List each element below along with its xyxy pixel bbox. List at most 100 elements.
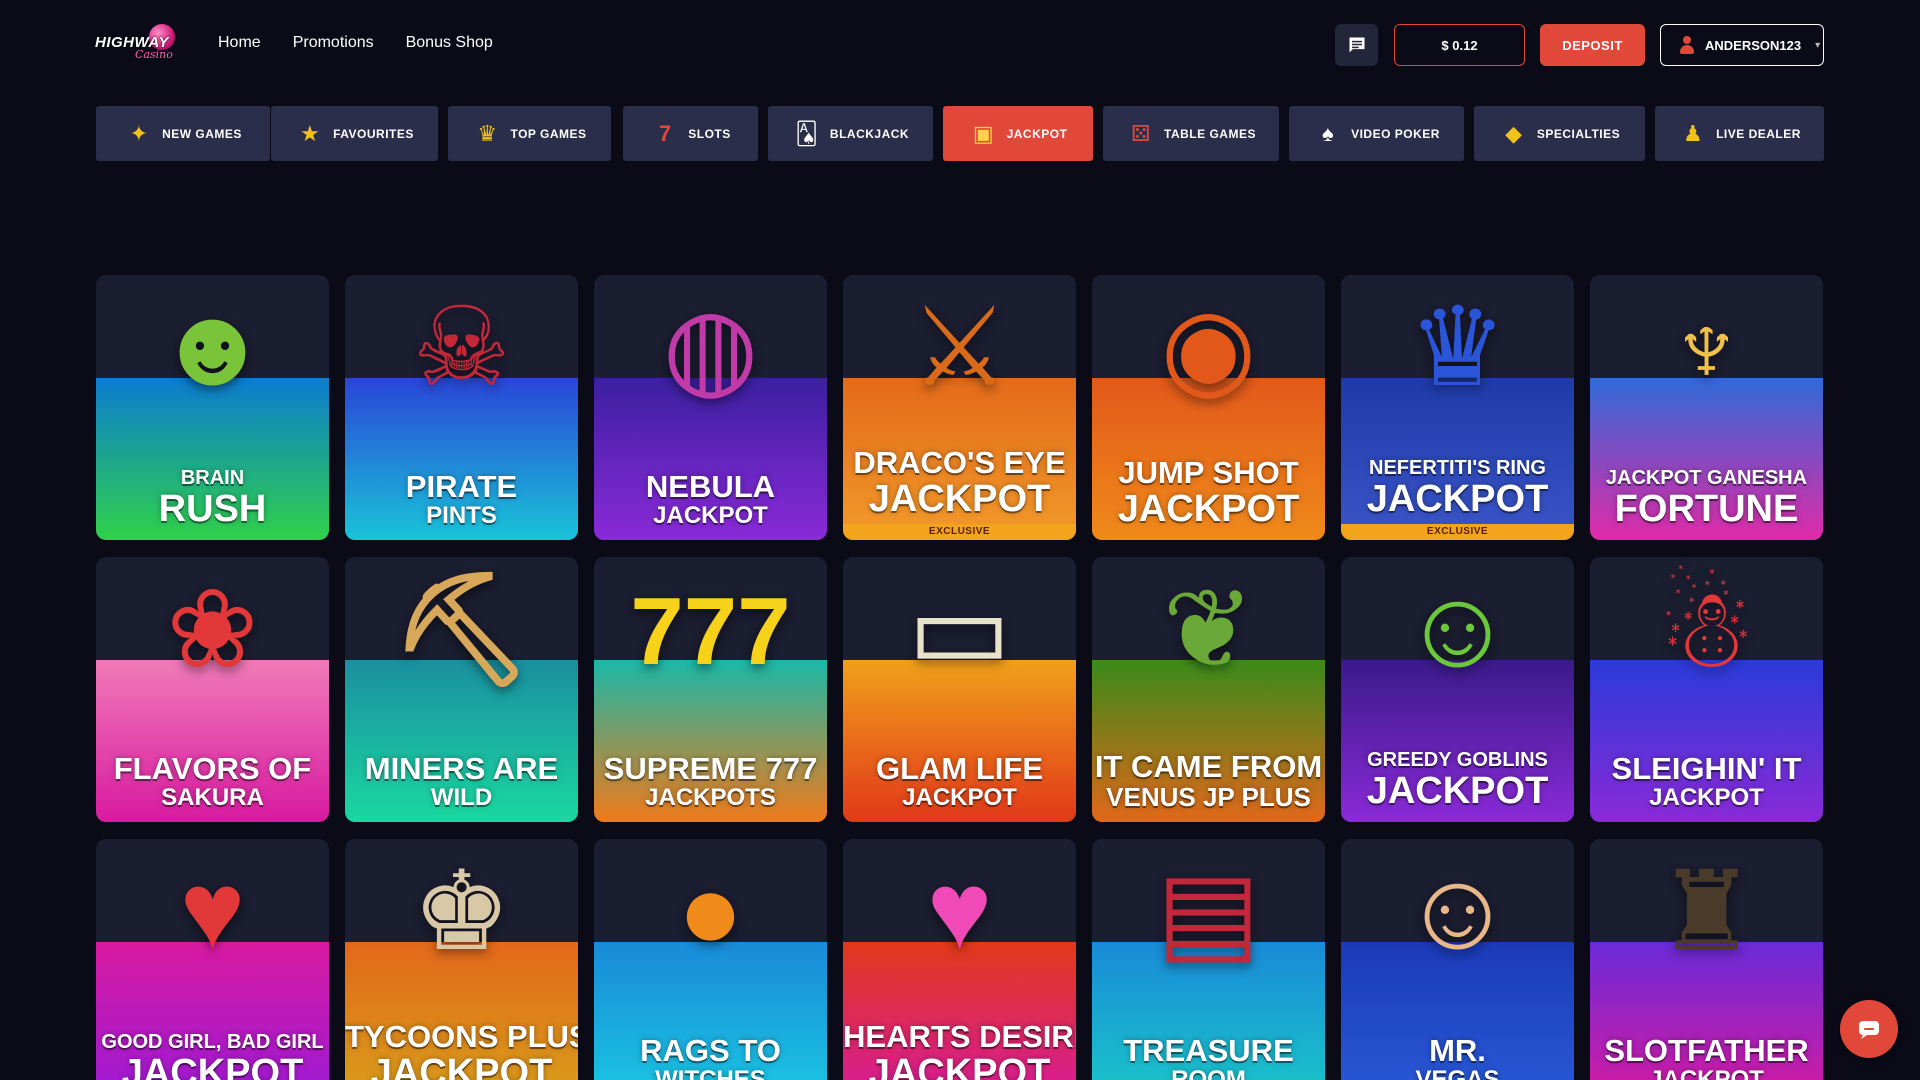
exclusive-badge: EXCLUSIVE	[1341, 524, 1574, 540]
site-logo[interactable]: HIGHWAY Casino	[95, 24, 185, 64]
game-title-line1: GOOD GIRL, BAD GIRL	[101, 1031, 324, 1053]
game-title-line2: JACKPOT	[1366, 770, 1549, 812]
godfather-icon: ♜	[1657, 850, 1756, 973]
dragon-icon: ⚔	[910, 286, 1009, 409]
category-tab-specialties[interactable]: ◆ SPECIALTIES	[1474, 106, 1645, 161]
nav-promotions[interactable]: Promotions	[293, 34, 374, 52]
category-label: JACKPOT	[1006, 126, 1068, 141]
category-label: FAVOURITES	[333, 126, 414, 141]
game-title-line2: JACKPOT	[868, 1052, 1051, 1080]
game-title-line2: JACKPOTS	[645, 784, 776, 811]
game-tile[interactable]: ♥ GOOD GIRL, BAD GIRL JACKPOT	[96, 839, 329, 1080]
game-title-line1: SLEIGHIN' IT	[1611, 751, 1802, 786]
game-tile[interactable]: ❦ IT CAME FROM VENUS JP PLUS	[1092, 557, 1325, 822]
game-tile[interactable]: ● RAGS TO WITCHES	[594, 839, 827, 1080]
category-tab-live-dealer[interactable]: ♟ LIVE DEALER	[1655, 106, 1824, 161]
slots-777-icon: 7	[658, 120, 672, 146]
game-title-line2: JACKPOT	[1366, 478, 1549, 520]
game-title-line2: JACKPOT	[1649, 784, 1764, 811]
category-tab-jackpot[interactable]: ▣ JACKPOT	[943, 106, 1093, 161]
game-tile[interactable]: ⛏ MINERS ARE WILD	[345, 557, 578, 822]
message-icon	[1349, 37, 1364, 53]
plant-icon: ❦	[1162, 568, 1255, 691]
game-title-line1: JACKPOT GANESHA	[1605, 467, 1808, 489]
game-tile[interactable]: ▤ TREASURE ROOM	[1092, 839, 1325, 1080]
category-tab-favourites[interactable]: ★ FAVOURITES	[271, 106, 438, 161]
planet-icon: ◍	[662, 286, 759, 409]
dice-icon: ⚄	[1131, 120, 1151, 146]
game-tile[interactable]: ☺ GREEDY GOBLINS JACKPOT	[1341, 557, 1574, 822]
santa-icon: ☃	[1657, 568, 1756, 691]
category-tab-top-games[interactable]: ♛ TOP GAMES	[448, 106, 611, 161]
game-title-line2: JACKPOT	[653, 502, 768, 529]
category-label: NEW GAMES	[162, 126, 242, 141]
game-title-line2: RUSH	[158, 488, 267, 530]
game-tile[interactable]: ☺ MR. VEGAS	[1341, 839, 1574, 1080]
angel-devil-icon: ♥	[179, 849, 246, 972]
game-tile[interactable]: ☠ PIRATE PINTS	[345, 275, 578, 540]
category-bar: ✦ NEW GAMES ★ FAVOURITES ♛ TOP GAMES 7 SLOTS 🂡 BL…	[96, 106, 1824, 161]
game-title-line1: TREASURE	[1123, 1033, 1294, 1068]
game-tile[interactable]: ♜ SLOTFATHER JACKPOT	[1590, 839, 1823, 1080]
zombie-icon: ☻	[154, 285, 271, 408]
deposit-button[interactable]: DEPOSIT	[1540, 24, 1645, 66]
game-title-line1: DRACO'S EYE	[853, 445, 1066, 480]
heart-icon: ♥	[926, 849, 993, 972]
category-label: VIDEO POKER	[1351, 126, 1440, 141]
logo-subtext: Casino	[135, 48, 173, 61]
game-title-line1: MINERS ARE	[364, 751, 559, 786]
main-nav: Home Promotions Bonus Shop	[218, 34, 493, 52]
user-menu-button[interactable]: ANDERSON123 ▾	[1660, 24, 1824, 66]
game-title-line2: VEGAS	[1415, 1066, 1500, 1080]
game-title-line1: NEFERTITI'S RING	[1369, 457, 1546, 479]
game-tile[interactable]: ♚ TYCOONS PLUS JACKPOT	[345, 839, 578, 1080]
queen-icon: ♛	[1408, 286, 1507, 409]
game-tile[interactable]: ♆ JACKPOT GANESHA FORTUNE	[1590, 275, 1823, 540]
game-tile[interactable]: ▭ GLAM LIFE JACKPOT	[843, 557, 1076, 822]
goblin-icon: ☺	[1401, 567, 1514, 690]
category-tab-video-poker[interactable]: ♠ VIDEO POKER	[1289, 106, 1464, 161]
star-icon: ★	[299, 120, 321, 146]
category-tab-slots[interactable]: 7 SLOTS	[623, 106, 758, 161]
category-label: BLACKJACK	[829, 126, 910, 141]
game-tile[interactable]: ♛ NEFERTITI'S RING JACKPOT EXCLUSIVE	[1341, 275, 1574, 540]
game-tile[interactable]: ◍ NEBULA JACKPOT	[594, 275, 827, 540]
crown-icon: ♛	[477, 120, 498, 146]
cards-icon: 🂡	[795, 120, 819, 146]
balance-display[interactable]: $ 0.12	[1394, 24, 1525, 66]
game-title-line1: RAGS TO	[640, 1033, 781, 1068]
chevron-down-icon: ▾	[1815, 39, 1821, 51]
game-tile[interactable]: ❀ FLAVORS OF SAKURA	[96, 557, 329, 822]
nav-home[interactable]: Home	[218, 34, 261, 52]
game-title-line1: MR.	[1429, 1033, 1486, 1068]
nav-bonus-shop[interactable]: Bonus Shop	[406, 34, 493, 52]
game-tile[interactable]: ☻ BRAIN RUSH	[96, 275, 329, 540]
dealer-icon: ♟	[1682, 120, 1704, 146]
chest-icon: ▤	[1156, 850, 1261, 973]
category-tab-table-games[interactable]: ⚄ TABLE GAMES	[1103, 106, 1279, 161]
support-chat-button[interactable]	[1840, 1000, 1898, 1058]
game-tile[interactable]: ◉ JUMP SHOT JACKPOT	[1092, 275, 1325, 540]
game-title-line2: JACKPOT	[1649, 1066, 1764, 1080]
game-title-line2: JACKPOT	[868, 478, 1051, 520]
game-tile[interactable]: ⚔ DRACO'S EYE JACKPOT EXCLUSIVE	[843, 275, 1076, 540]
tycoon-icon: ♚	[412, 850, 511, 973]
gems-icon: ◆	[1505, 120, 1523, 146]
game-title-line1: SUPREME 777	[603, 751, 818, 786]
category-tab-new-games[interactable]: ✦ NEW GAMES	[96, 106, 270, 161]
pumpkin-icon: ●	[677, 849, 744, 972]
game-title-line2: VENUS JP PLUS	[1106, 782, 1311, 812]
game-tile[interactable]: ☃ SLEIGHIN' IT JACKPOT	[1590, 557, 1823, 822]
seven-icon: 777	[630, 578, 791, 685]
game-tile[interactable]: ♥ HEARTS DESIRE JACKPOT	[843, 839, 1076, 1080]
game-tile[interactable]: 777 SUPREME 777 JACKPOTS	[594, 557, 827, 822]
car-icon: ▭	[907, 568, 1012, 691]
game-title-line2: JACKPOT	[370, 1052, 553, 1080]
chat-bubble-icon	[1859, 1021, 1879, 1039]
game-title-line2: SAKURA	[161, 784, 264, 811]
category-label: TOP GAMES	[510, 126, 587, 141]
exclusive-badge: EXCLUSIVE	[843, 524, 1076, 540]
category-tab-blackjack[interactable]: 🂡 BLACKJACK	[768, 106, 933, 161]
game-title-line1: PIRATE	[405, 469, 518, 504]
messages-button[interactable]	[1335, 24, 1378, 66]
